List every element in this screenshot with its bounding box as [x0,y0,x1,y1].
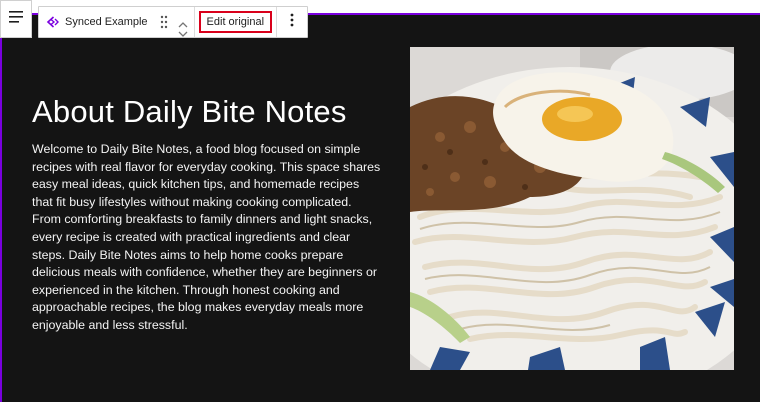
block-toolbar: Synced Example Edit original [38,6,309,38]
block-name-label[interactable]: Synced Example [65,16,148,28]
edit-original-button[interactable]: Edit original [198,11,273,33]
block-switcher-group: Synced Example [39,7,195,37]
about-paragraph: Welcome to Daily Bite Notes, a food blog… [32,142,381,332]
chevron-up-icon[interactable] [178,15,188,27]
edit-original-group: Edit original [195,7,278,37]
block-mover [178,15,188,37]
document-overview-button[interactable] [0,0,32,38]
synced-pattern-icon[interactable] [45,15,59,29]
chevron-down-icon[interactable] [178,24,188,37]
synced-block-outline-left [0,14,2,402]
page-heading: About Daily Bite Notes [32,94,347,129]
food-photo [410,47,734,370]
menu-icon [9,10,23,28]
drag-handle-icon[interactable] [160,15,168,29]
more-options-button[interactable] [277,7,307,37]
more-options-icon [290,13,294,32]
